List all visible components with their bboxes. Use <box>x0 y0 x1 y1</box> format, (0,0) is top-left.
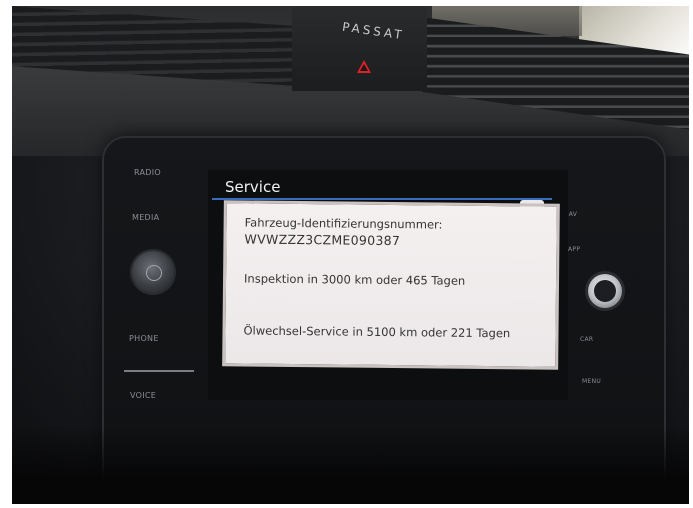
button-separator <box>124 370 194 372</box>
voice-button[interactable]: VOICE <box>130 391 156 400</box>
vin-label: Fahrzeug-Identifizierungsnummer: <box>244 215 443 232</box>
photo: PASSAT RADIO MEDIA PHONE VOICE NAV APP C… <box>12 6 689 504</box>
vin-value: WVWZZZ3CZME090387 <box>244 231 401 249</box>
center-console-strip <box>292 6 427 91</box>
radio-button[interactable]: RADIO <box>134 168 161 177</box>
hazard-button[interactable] <box>356 59 372 75</box>
service-info-panel: Fahrzeug-Identifizierungsnummer: WVWZZZ3… <box>222 200 560 370</box>
dashboard-bottom <box>12 426 689 504</box>
oil-service-text: Ölwechsel-Service in 5100 km oder 221 Ta… <box>243 323 511 341</box>
power-icon <box>146 265 162 281</box>
media-button[interactable]: MEDIA <box>132 213 159 222</box>
menu-button[interactable]: MENU <box>582 378 601 385</box>
screen-title: Service <box>225 178 281 196</box>
car-button[interactable]: CAR <box>580 336 593 343</box>
hazard-icon <box>357 60 371 73</box>
volume-knob[interactable] <box>132 251 174 293</box>
phone-button[interactable]: PHONE <box>129 334 159 343</box>
app-button[interactable]: APP <box>568 246 580 253</box>
tune-knob[interactable] <box>588 274 622 308</box>
knob-center <box>594 280 616 302</box>
inspection-text: Inspektion in 3000 km oder 465 Tagen <box>243 271 466 288</box>
